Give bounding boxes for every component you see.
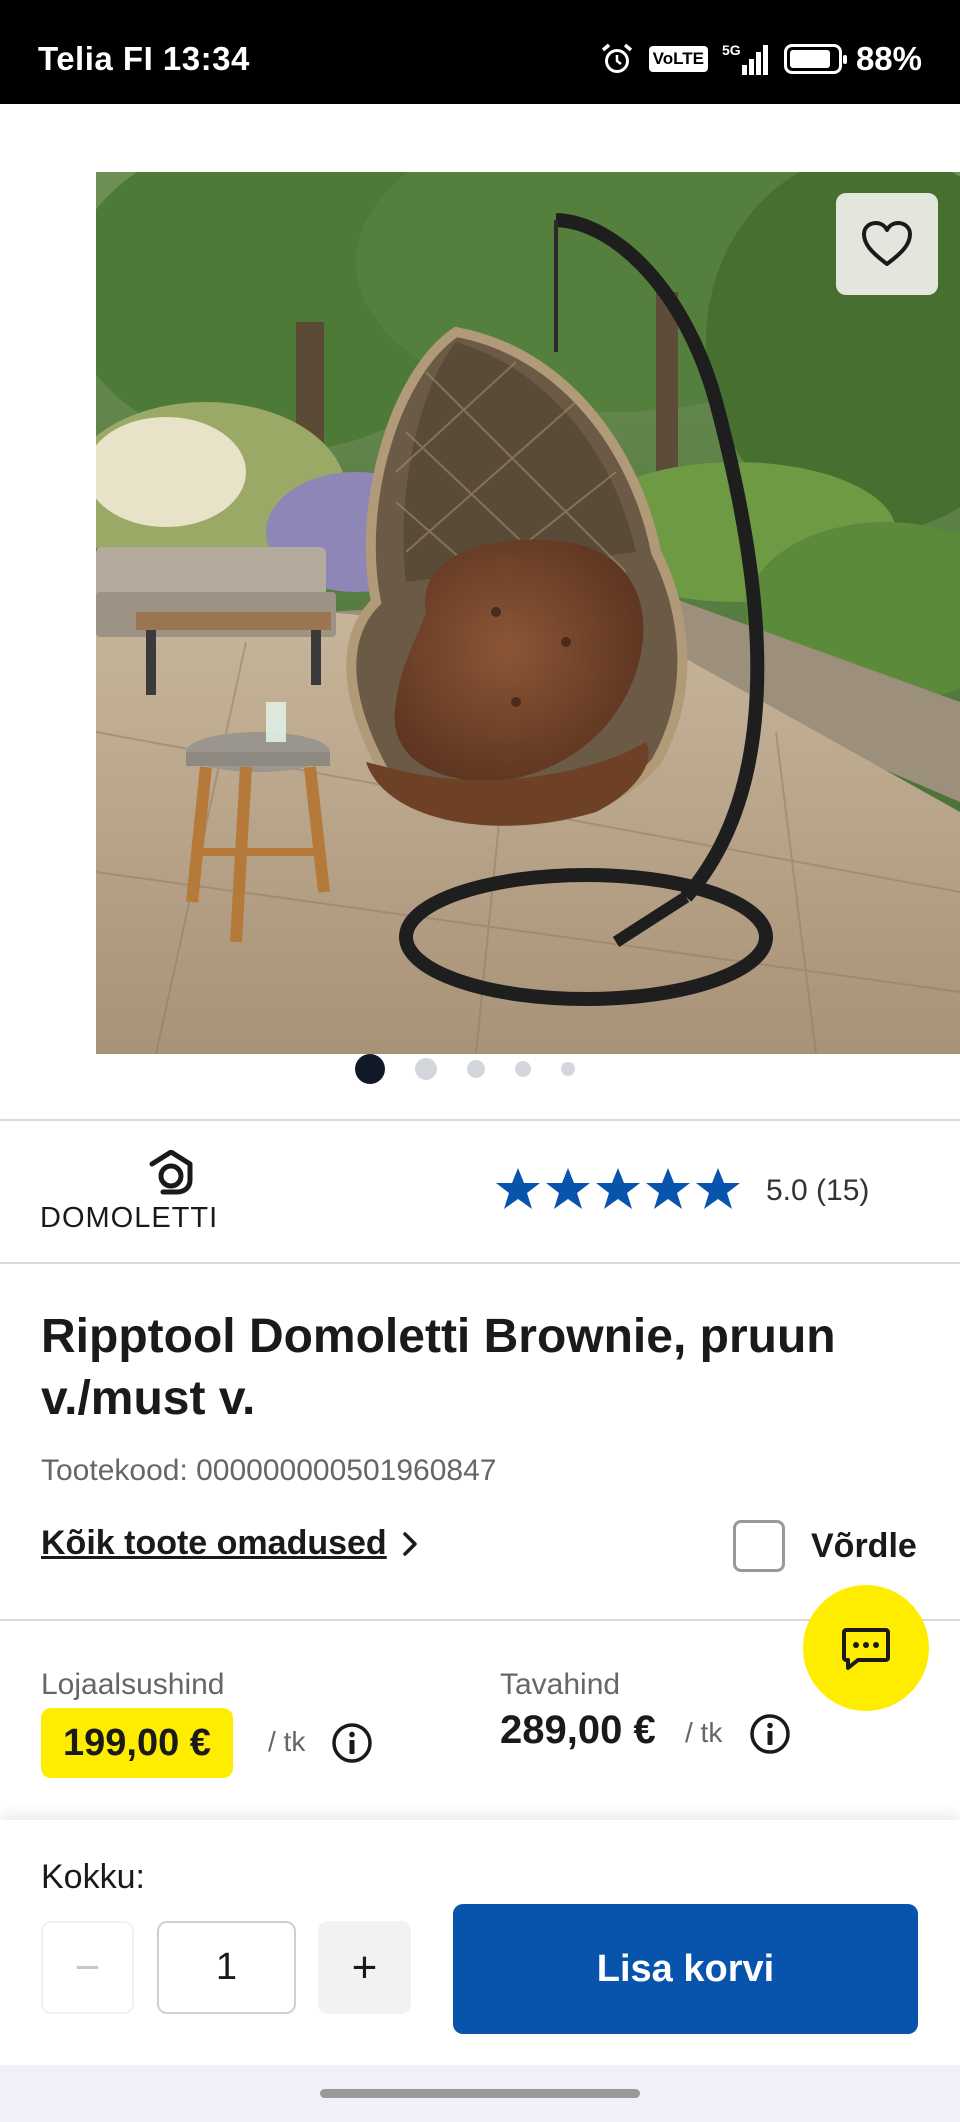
carousel-dot[interactable] <box>561 1062 575 1076</box>
battery-icon <box>783 44 847 74</box>
star-icon <box>696 1168 740 1209</box>
carousel-dots[interactable] <box>0 1054 960 1084</box>
favorite-button[interactable] <box>836 193 938 295</box>
quantity-decrease-button[interactable]: − <box>41 1921 134 2014</box>
all-features-link[interactable]: Kõik toote omadused <box>41 1524 419 1563</box>
quantity-input[interactable]: 1 <box>157 1921 296 2014</box>
divider <box>0 1262 960 1264</box>
regular-unit: / tk <box>685 1717 723 1748</box>
info-icon[interactable] <box>749 1713 791 1755</box>
compare-label: Võrdle <box>811 1526 917 1565</box>
rating-stars[interactable] <box>494 1166 742 1212</box>
status-bar: Telia FI 13:34 VoLTE 5G 88% <box>0 0 960 104</box>
carousel-dot[interactable] <box>415 1058 437 1080</box>
all-features-label: Kõik toote omadused <box>41 1524 387 1562</box>
carousel-dot[interactable] <box>467 1060 485 1078</box>
rating-text[interactable]: 5.0 (15) <box>766 1174 869 1208</box>
compare-checkbox[interactable] <box>733 1520 785 1572</box>
status-icons: VoLTE 5G 88% <box>599 40 922 78</box>
chevron-right-icon <box>402 1531 417 1556</box>
star-icon <box>596 1168 640 1209</box>
battery-percent: 88% <box>855 40 922 77</box>
star-icon <box>546 1168 590 1209</box>
add-to-cart-button[interactable]: Lisa korvi <box>453 1904 918 2034</box>
product-title: Ripptool Domoletti Brownie, pruun v./mus… <box>41 1310 836 1425</box>
star-icon <box>646 1168 690 1209</box>
loyalty-price-label: Lojaalsushind <box>41 1668 225 1701</box>
alarm-icon <box>599 41 635 77</box>
signal-icon: 5G <box>722 41 770 77</box>
loyalty-unit: / tk <box>268 1726 306 1757</box>
regular-price: 289,00 € <box>500 1708 656 1752</box>
quantity-increase-button[interactable]: + <box>318 1921 411 2014</box>
volte-badge: VoLTE <box>648 46 708 72</box>
regular-price-label: Tavahind <box>500 1668 621 1701</box>
loyalty-price: 199,00 € <box>41 1708 233 1778</box>
chat-icon <box>842 1628 890 1670</box>
info-icon[interactable] <box>331 1722 373 1764</box>
divider <box>0 1119 960 1121</box>
star-icon <box>496 1168 540 1209</box>
add-to-cart-panel: Kokku: − 1 + Lisa korvi <box>0 1820 960 2065</box>
product-image[interactable] <box>96 172 960 1054</box>
carrier-time: Telia FI 13:34 <box>38 40 250 77</box>
product-code: Tootekood: 000000000501960847 <box>41 1454 497 1487</box>
network-label: 5G <box>722 42 741 58</box>
heart-icon <box>862 221 912 266</box>
total-label: Kokku: <box>41 1858 145 1896</box>
brand-name: DOMOLETTI <box>40 1202 219 1234</box>
home-indicator[interactable] <box>320 2089 640 2098</box>
carousel-dot[interactable] <box>515 1061 531 1077</box>
hanging-chair-photo <box>96 172 960 1054</box>
carousel-dot[interactable] <box>355 1054 385 1084</box>
compare-toggle[interactable]: Võrdle <box>733 1520 917 1572</box>
chat-button[interactable] <box>803 1585 929 1711</box>
